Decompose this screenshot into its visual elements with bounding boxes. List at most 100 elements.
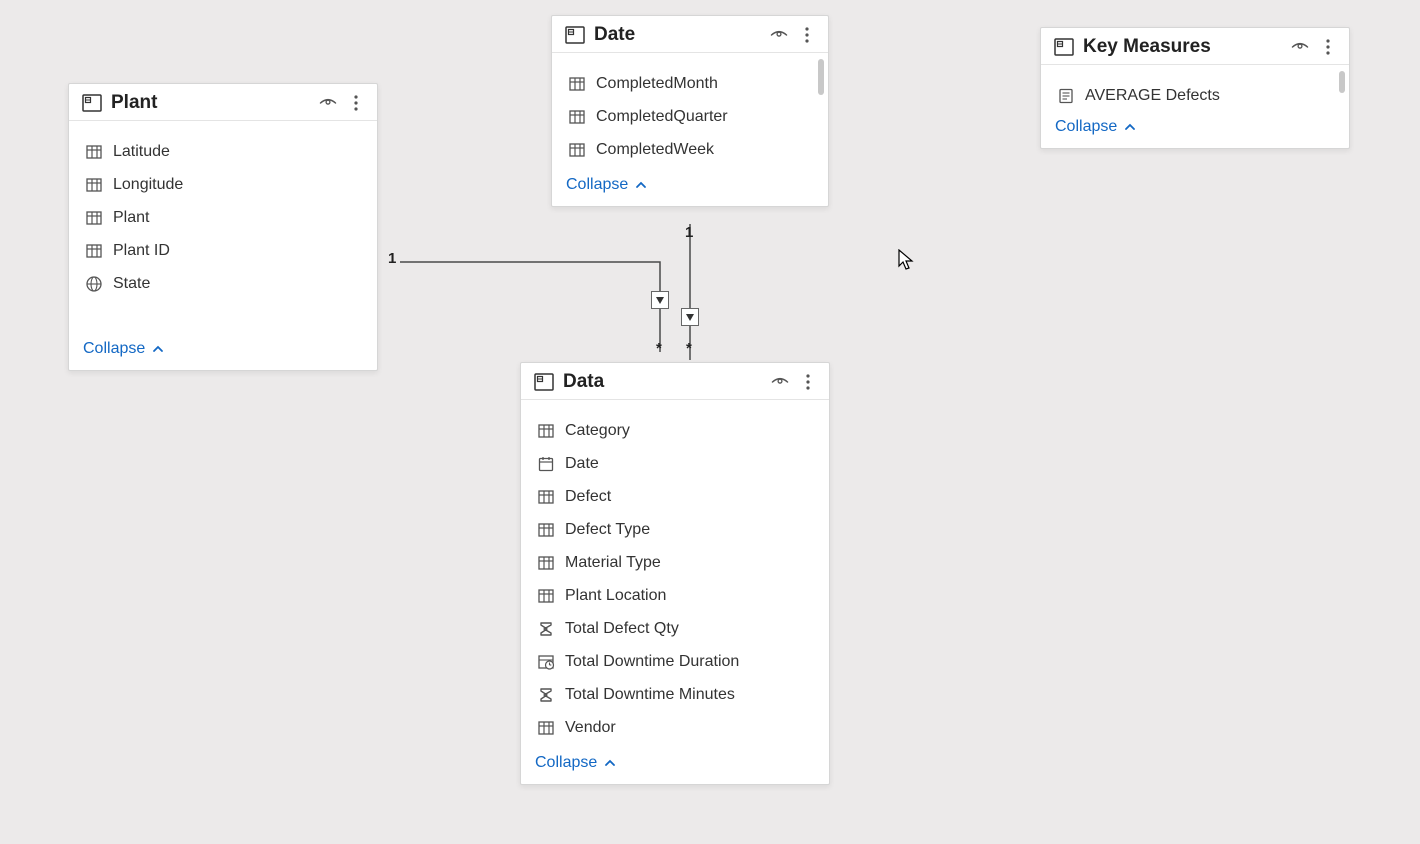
field-row[interactable]: Longitude [83,168,369,201]
more-options-icon[interactable] [797,371,819,393]
field-label: State [113,275,150,293]
cardinality-many: * [686,340,692,357]
field-label: Date [565,455,599,473]
field-row[interactable]: Latitude [83,135,369,168]
mouse-cursor-icon [898,249,914,271]
field-row[interactable]: Material Type [535,546,821,579]
column-icon [568,141,586,159]
duration-icon [537,653,555,671]
field-row[interactable]: CompletedWeek [566,133,820,166]
field-label: Plant Location [565,587,666,605]
field-row[interactable]: Total Downtime Duration [535,645,821,678]
column-icon [85,176,103,194]
field-label: Defect [565,488,611,506]
field-row[interactable]: AVERAGE Defects [1055,79,1341,112]
visibility-toggle-icon[interactable] [768,24,790,46]
field-row[interactable]: Plant ID [83,234,369,267]
field-list: CompletedMonth CompletedQuarter CompletedW… [552,53,828,170]
collapse-button[interactable]: Collapse [1055,118,1137,136]
table-header[interactable]: Plant [69,84,377,121]
field-list: Latitude Longitude Plant Plant ID State [69,121,377,334]
table-data[interactable]: Data Category Date Defect Defect Type Materi… [520,362,830,785]
calendar-icon [537,455,555,473]
table-title: Plant [111,92,317,114]
table-header[interactable]: Date [552,16,828,53]
field-label: AVERAGE Defects [1085,87,1220,105]
table-header[interactable]: Key Measures [1041,28,1349,65]
column-icon [568,108,586,126]
field-row[interactable]: Vendor [535,711,821,744]
visibility-toggle-icon[interactable] [769,371,791,393]
filter-direction-icon[interactable] [651,291,669,309]
field-row[interactable]: Date [535,447,821,480]
field-label: Total Defect Qty [565,620,679,638]
collapse-label: Collapse [535,754,597,772]
field-label: Total Downtime Duration [565,653,739,671]
column-icon [537,422,555,440]
chevron-up-icon [603,756,617,770]
table-icon [533,371,555,393]
field-label: Defect Type [565,521,650,539]
visibility-toggle-icon[interactable] [317,92,339,114]
measure-icon [1057,87,1075,105]
cardinality-one: 1 [685,224,693,241]
filter-direction-icon[interactable] [681,308,699,326]
field-row[interactable]: Plant Location [535,579,821,612]
collapse-button[interactable]: Collapse [566,176,648,194]
field-row[interactable]: Total Downtime Minutes [535,678,821,711]
column-icon [537,719,555,737]
sigma-icon [537,686,555,704]
table-title: Key Measures [1083,36,1289,58]
column-icon [85,143,103,161]
field-list: Category Date Defect Defect Type Material Ty… [521,400,829,748]
field-label: Latitude [113,143,170,161]
cardinality-many: * [656,340,662,357]
field-list: AVERAGE Defects [1041,65,1349,116]
table-header[interactable]: Data [521,363,829,400]
column-icon [537,488,555,506]
sigma-icon [537,620,555,638]
field-row[interactable]: Defect [535,480,821,513]
field-row[interactable]: CompletedMonth [566,67,820,100]
table-icon [564,24,586,46]
table-icon [1053,36,1075,58]
field-label: Plant ID [113,242,170,260]
column-icon [85,209,103,227]
model-canvas[interactable]: 1 * 1 * Plant LatitudeLongitudePlantPlan… [0,0,1420,844]
field-label: Category [565,422,630,440]
more-options-icon[interactable] [345,92,367,114]
field-label: Material Type [565,554,661,572]
more-options-icon[interactable] [796,24,818,46]
table-plant[interactable]: Plant Latitude Longitude Plant Plant ID Stat… [68,83,378,371]
cardinality-one: 1 [388,250,396,267]
field-row[interactable]: Total Defect Qty [535,612,821,645]
collapse-button[interactable]: Collapse [535,754,617,772]
chevron-up-icon [634,178,648,192]
table-date[interactable]: Date CompletedMonthCompletedQuarterCompl… [551,15,829,207]
visibility-toggle-icon[interactable] [1289,36,1311,58]
globe-icon [85,275,103,293]
chevron-up-icon [151,342,165,356]
field-label: Vendor [565,719,616,737]
field-row[interactable]: Plant [83,201,369,234]
field-row[interactable]: State [83,267,369,300]
field-label: CompletedMonth [596,75,718,93]
field-label: CompletedQuarter [596,108,728,126]
more-options-icon[interactable] [1317,36,1339,58]
collapse-label: Collapse [83,340,145,358]
collapse-label: Collapse [566,176,628,194]
column-icon [568,75,586,93]
column-icon [85,242,103,260]
table-icon [81,92,103,114]
field-label: Plant [113,209,149,227]
table-key-measures[interactable]: Key Measures AVERAGE Defects Collapse [1040,27,1350,149]
field-label: CompletedWeek [596,141,714,159]
collapse-button[interactable]: Collapse [83,340,165,358]
field-label: Total Downtime Minutes [565,686,735,704]
field-row[interactable]: CompletedQuarter [566,100,820,133]
column-icon [537,587,555,605]
field-row[interactable]: Defect Type [535,513,821,546]
field-row[interactable]: Category [535,414,821,447]
table-title: Data [563,371,769,393]
chevron-up-icon [1123,120,1137,134]
